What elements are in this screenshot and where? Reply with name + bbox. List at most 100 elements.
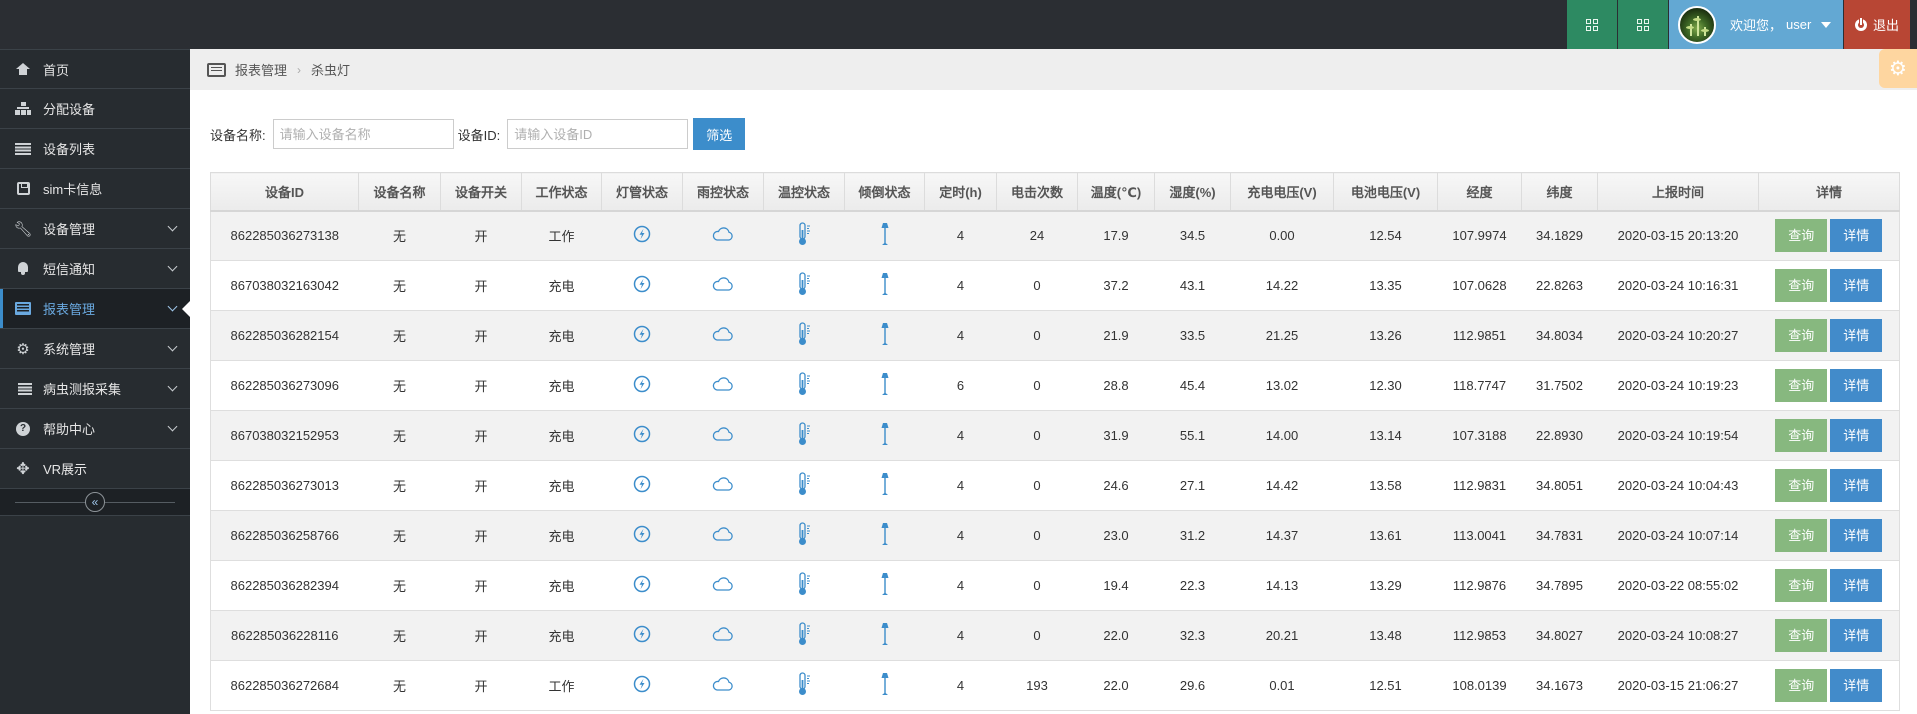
column-header: 设备名称 — [358, 172, 441, 212]
temp-control-status-cell — [763, 660, 845, 711]
detail-button[interactable]: 详情 — [1830, 569, 1883, 602]
sidebar-item-vr-display[interactable]: ✥ VR展示 — [0, 449, 190, 489]
battery-voltage-cell: 13.35 — [1333, 260, 1438, 311]
report-time-cell: 2020-03-24 10:19:54 — [1597, 410, 1759, 461]
shock-count-cell: 0 — [996, 460, 1078, 511]
detail-button[interactable]: 详情 — [1830, 419, 1883, 452]
save-icon — [13, 182, 33, 195]
device-name-cell: 无 — [358, 260, 441, 311]
qr-code-button-1[interactable] — [1567, 0, 1617, 49]
query-button[interactable]: 查询 — [1775, 519, 1828, 552]
humidity-cell: 45.4 — [1154, 360, 1231, 411]
latitude-cell: 34.8034 — [1521, 310, 1598, 361]
sidebar-item-pest-report[interactable]: 病虫测报采集 — [0, 369, 190, 409]
column-header: 纬度 — [1521, 172, 1598, 212]
latitude-cell: 22.8930 — [1521, 410, 1598, 461]
device-switch-cell: 开 — [440, 560, 522, 611]
device-id-cell: 862285036273013 — [210, 460, 359, 511]
sidebar-item-sim-info[interactable]: sim卡信息 — [0, 169, 190, 209]
sidebar-item-report-management[interactable]: 报表管理 — [0, 289, 190, 329]
qr-code-icon — [1637, 18, 1649, 31]
move-icon: ✥ — [16, 460, 30, 478]
query-button[interactable]: 查询 — [1775, 269, 1828, 302]
detail-button[interactable]: 详情 — [1830, 469, 1883, 502]
detail-button[interactable]: 详情 — [1830, 669, 1883, 702]
shock-count-cell: 24 — [996, 210, 1078, 261]
latitude-cell: 22.8263 — [1521, 260, 1598, 311]
tilt-status-cell — [844, 610, 925, 661]
latitude-cell: 34.7895 — [1521, 560, 1598, 611]
sidebar-item-sms-notify[interactable]: 短信通知 — [0, 249, 190, 289]
battery-voltage-cell: 13.61 — [1333, 510, 1438, 561]
tilt-status-cell — [844, 360, 925, 411]
thermometer-icon — [797, 622, 811, 649]
column-header: 上报时间 — [1597, 172, 1759, 212]
rain-status-cell — [682, 660, 764, 711]
detail-button[interactable]: 详情 — [1830, 369, 1883, 402]
detail-button[interactable]: 详情 — [1830, 269, 1883, 302]
timer-hours-cell: 4 — [924, 410, 997, 461]
column-header: 电击次数 — [996, 172, 1078, 212]
query-button[interactable]: 查询 — [1775, 369, 1828, 402]
sidebar-item-device-management[interactable]: 🔧︎ 设备管理 — [0, 209, 190, 249]
battery-voltage-cell: 13.26 — [1333, 310, 1438, 361]
work-status-cell: 充电 — [521, 460, 602, 511]
detail-button[interactable]: 详情 — [1830, 319, 1883, 352]
avatar — [1678, 5, 1716, 44]
tilt-status-cell — [844, 660, 925, 711]
detail-button[interactable]: 详情 — [1830, 619, 1883, 652]
rain-status-cell — [682, 260, 764, 311]
qr-code-button-2[interactable] — [1618, 0, 1668, 49]
floor-lamp-icon — [880, 272, 890, 299]
column-header: 电池电压(V) — [1333, 172, 1438, 212]
query-button[interactable]: 查询 — [1775, 419, 1828, 452]
sidebar-item-device-list[interactable]: 设备列表 — [0, 129, 190, 169]
welcome-text: 欢迎您， — [1730, 18, 1783, 33]
column-header: 设备开关 — [440, 172, 522, 212]
rain-status-cell — [682, 610, 764, 661]
device-id-input[interactable] — [507, 119, 689, 149]
logout-button[interactable]: 退出 — [1844, 0, 1910, 49]
charge-voltage-cell: 0.00 — [1230, 210, 1334, 261]
work-status-cell: 充电 — [521, 310, 602, 361]
tilt-status-cell — [844, 210, 925, 261]
sidebar-item-help-center[interactable]: ? 帮助中心 — [0, 409, 190, 449]
temperature-cell: 23.0 — [1077, 510, 1155, 561]
detail-button[interactable]: 详情 — [1830, 219, 1883, 253]
settings-button[interactable]: ⚙ — [1879, 49, 1917, 88]
floor-lamp-icon — [880, 622, 890, 649]
device-switch-cell: 开 — [440, 360, 522, 411]
device-name-input[interactable] — [272, 119, 454, 149]
thermometer-icon — [797, 272, 811, 299]
device-switch-cell: 开 — [440, 310, 522, 361]
collapse-sidebar-icon[interactable]: « — [85, 492, 105, 512]
sidebar: 首页 分配设备 设备列表 sim卡信息 🔧︎ 设备管理 短信通知 报表管理 ⚙ … — [0, 49, 190, 714]
query-button[interactable]: 查询 — [1775, 319, 1828, 352]
sidebar-item-assign-device[interactable]: 分配设备 — [0, 89, 190, 129]
sidebar-item-home[interactable]: 首页 — [0, 49, 190, 89]
humidity-cell: 34.5 — [1154, 210, 1231, 261]
filter-button[interactable]: 筛选 — [693, 118, 746, 150]
query-button[interactable]: 查询 — [1775, 469, 1828, 502]
sidebar-item-system-management[interactable]: ⚙ 系统管理 — [0, 329, 190, 369]
query-button[interactable]: 查询 — [1775, 219, 1828, 253]
breadcrumb-item-reports[interactable]: 报表管理 — [235, 60, 287, 79]
report-time-cell: 2020-03-24 10:04:43 — [1597, 460, 1759, 511]
query-button[interactable]: 查询 — [1775, 619, 1828, 652]
query-button[interactable]: 查询 — [1775, 569, 1828, 602]
query-button[interactable]: 查询 — [1775, 669, 1828, 702]
temperature-cell: 19.4 — [1077, 560, 1155, 611]
sidebar-item-label: 分配设备 — [43, 102, 96, 117]
floor-lamp-icon — [880, 672, 890, 699]
cloud-icon — [712, 527, 734, 544]
device-name-cell: 无 — [358, 310, 441, 361]
temp-control-status-cell — [763, 310, 845, 361]
device-name-cell: 无 — [358, 610, 441, 661]
detail-button[interactable]: 详情 — [1830, 519, 1883, 552]
longitude-cell: 107.9974 — [1437, 210, 1522, 261]
user-menu[interactable]: 欢迎您， user — [1669, 0, 1843, 49]
sidebar-collapse-bar: « — [0, 489, 190, 516]
actions-cell: 查询 详情 — [1758, 510, 1900, 561]
battery-voltage-cell: 13.29 — [1333, 560, 1438, 611]
humidity-cell: 43.1 — [1154, 260, 1231, 311]
